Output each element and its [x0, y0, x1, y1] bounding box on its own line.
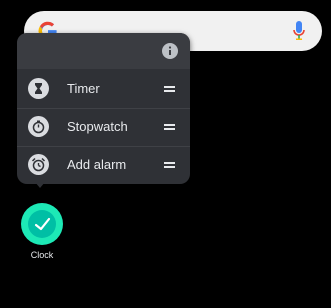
clock-app-icon[interactable] — [21, 203, 63, 245]
popup-header — [17, 33, 190, 69]
stopwatch-icon — [28, 116, 49, 137]
home-screen: Timer Stopwatch Add alarm Clock — [0, 0, 331, 308]
alarm-clock-icon — [28, 154, 49, 175]
drag-handle-icon[interactable] — [164, 86, 175, 92]
hourglass-icon — [28, 78, 49, 99]
drag-handle-icon[interactable] — [164, 124, 175, 130]
drag-handle-icon[interactable] — [164, 162, 175, 168]
shortcut-add-alarm[interactable]: Add alarm — [17, 146, 190, 184]
info-icon[interactable] — [162, 43, 178, 59]
shortcut-stopwatch[interactable]: Stopwatch — [17, 108, 190, 146]
app-shortcuts-popup: Timer Stopwatch Add alarm — [17, 33, 190, 184]
popup-pointer — [35, 182, 45, 188]
shortcut-label: Add alarm — [67, 157, 127, 172]
shortcut-label: Stopwatch — [67, 119, 128, 134]
shortcut-timer[interactable]: Timer — [17, 70, 190, 108]
app-label: Clock — [30, 250, 54, 260]
shortcut-label: Timer — [67, 81, 100, 96]
mic-icon[interactable] — [292, 20, 306, 42]
